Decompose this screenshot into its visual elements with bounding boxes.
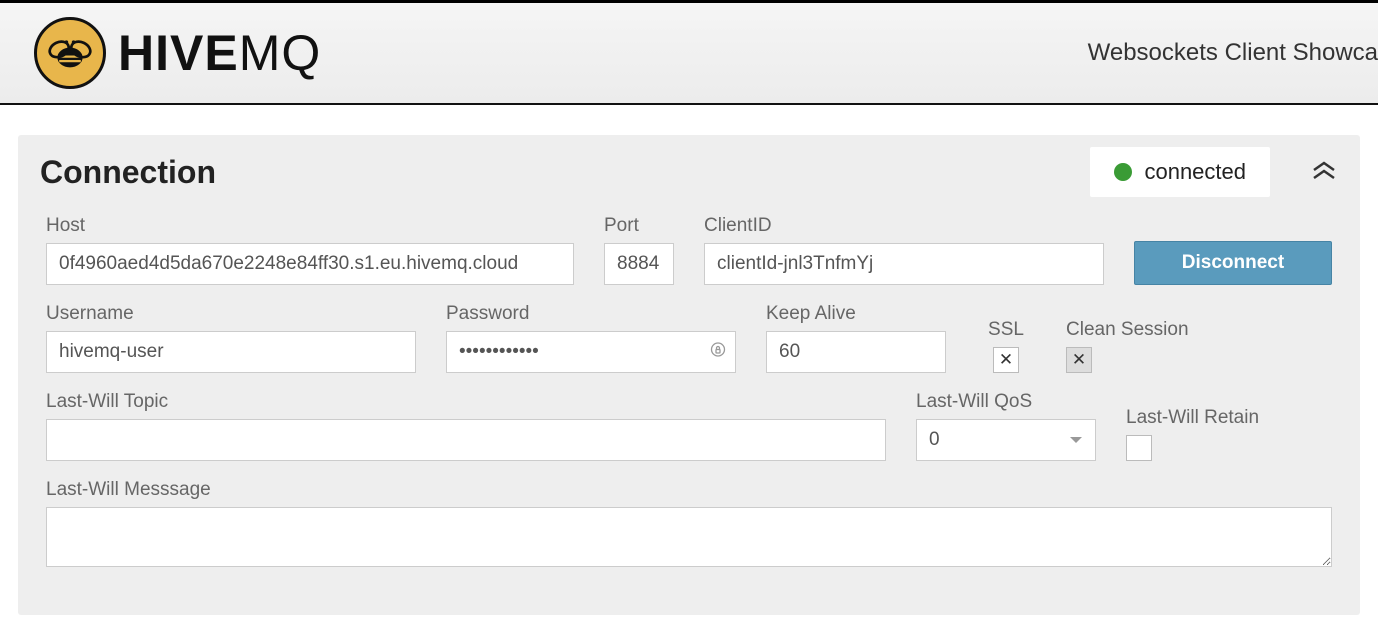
- app-header: HIVEMQ Websockets Client Showca: [0, 3, 1378, 105]
- brand-logo: HIVEMQ: [34, 17, 321, 89]
- field-ssl: SSL ✕: [976, 319, 1036, 373]
- label-lwt: Last-Will Topic: [46, 391, 886, 413]
- status-dot-icon: [1114, 163, 1132, 181]
- field-lastwill-topic: Last-Will Topic: [46, 391, 886, 461]
- cleansession-checkbox[interactable]: ✕: [1066, 347, 1092, 373]
- label-password: Password: [446, 303, 736, 325]
- connection-panel: Connection connected Host Port: [18, 135, 1360, 615]
- panel-title: Connection: [40, 154, 1090, 191]
- label-lwr: Last-Will Retain: [1126, 407, 1276, 429]
- chevron-down-icon: [1069, 435, 1083, 445]
- clientid-input[interactable]: [704, 243, 1104, 285]
- brand-left: HIVE: [118, 25, 239, 81]
- header-tagline: Websockets Client Showca: [1088, 39, 1378, 67]
- port-input[interactable]: [604, 243, 674, 285]
- lastwill-qos-value: 0: [929, 429, 940, 451]
- label-port: Port: [604, 215, 674, 237]
- content-area: Connection connected Host Port: [0, 105, 1378, 633]
- field-clientid: ClientID: [704, 215, 1104, 285]
- status-text: connected: [1144, 159, 1246, 185]
- field-cleansession: Clean Session ✕: [1066, 319, 1206, 373]
- label-keepalive: Keep Alive: [766, 303, 946, 325]
- label-lwq: Last-Will QoS: [916, 391, 1096, 413]
- label-cleansession: Clean Session: [1066, 319, 1206, 341]
- field-button: Disconnect: [1134, 241, 1332, 285]
- username-input[interactable]: [46, 331, 416, 373]
- row-1: Host Port ClientID Disconnect: [46, 215, 1332, 285]
- label-host: Host: [46, 215, 574, 237]
- ssl-checkbox[interactable]: ✕: [993, 347, 1019, 373]
- brand-text: HIVEMQ: [118, 24, 321, 82]
- field-host: Host: [46, 215, 574, 285]
- row-2: Username Password Keep Alive: [46, 303, 1332, 373]
- connection-status: connected: [1090, 147, 1270, 197]
- password-input[interactable]: [446, 331, 736, 373]
- keepalive-input[interactable]: [766, 331, 946, 373]
- field-username: Username: [46, 303, 416, 373]
- field-keepalive: Keep Alive: [766, 303, 946, 373]
- bee-icon: [34, 17, 106, 89]
- host-input[interactable]: [46, 243, 574, 285]
- field-lastwill-qos: Last-Will QoS 0: [916, 391, 1096, 461]
- brand-right: MQ: [239, 25, 322, 81]
- chevron-up-double-icon[interactable]: [1310, 160, 1338, 185]
- field-lastwill-message: Last-Will Messsage: [46, 479, 1332, 567]
- connection-form: Host Port ClientID Disconnect Username: [18, 205, 1360, 567]
- label-ssl: SSL: [976, 319, 1036, 341]
- lastwill-message-input[interactable]: [46, 507, 1332, 567]
- label-clientid: ClientID: [704, 215, 1104, 237]
- row-3: Last-Will Topic Last-Will QoS 0 Last-Wil…: [46, 391, 1332, 461]
- lastwill-retain-checkbox[interactable]: [1126, 435, 1152, 461]
- field-port: Port: [604, 215, 674, 285]
- lastwill-qos-select[interactable]: 0: [916, 419, 1096, 461]
- disconnect-button[interactable]: Disconnect: [1134, 241, 1332, 285]
- field-lastwill-retain: Last-Will Retain: [1126, 407, 1276, 461]
- panel-header: Connection connected: [18, 135, 1360, 205]
- label-lwm: Last-Will Messsage: [46, 479, 1332, 501]
- lastwill-topic-input[interactable]: [46, 419, 886, 461]
- row-4: Last-Will Messsage: [46, 479, 1332, 567]
- field-password: Password: [446, 303, 736, 373]
- lock-icon: [710, 342, 726, 363]
- label-username: Username: [46, 303, 416, 325]
